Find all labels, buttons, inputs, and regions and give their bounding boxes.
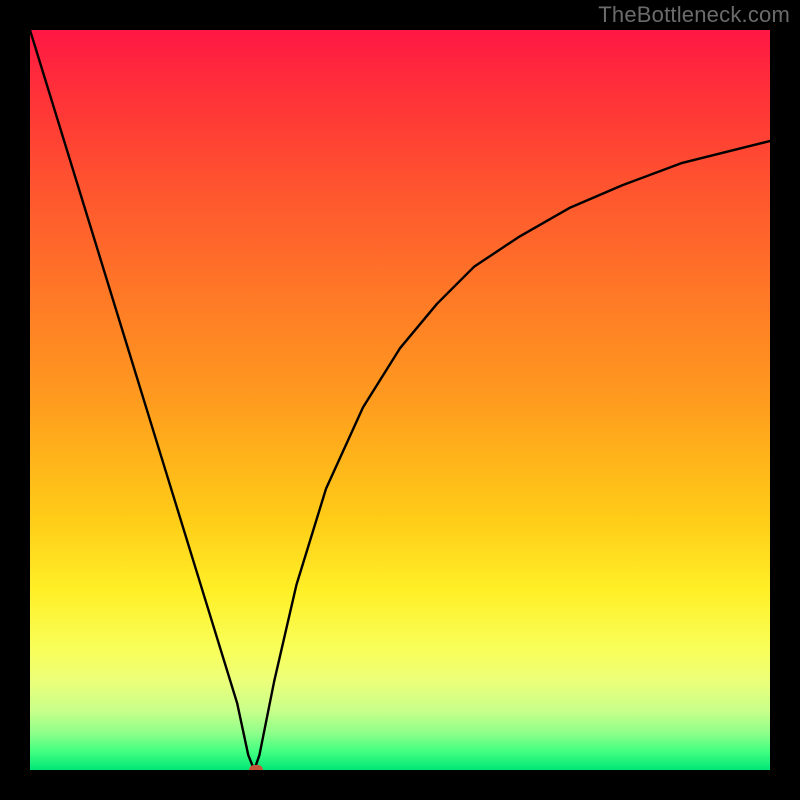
- chart-frame: TheBottleneck.com: [0, 0, 800, 800]
- optimal-point-marker: [249, 765, 263, 770]
- bottleneck-curve: [30, 30, 770, 770]
- watermark-label: TheBottleneck.com: [598, 2, 790, 28]
- plot-area: [30, 30, 770, 770]
